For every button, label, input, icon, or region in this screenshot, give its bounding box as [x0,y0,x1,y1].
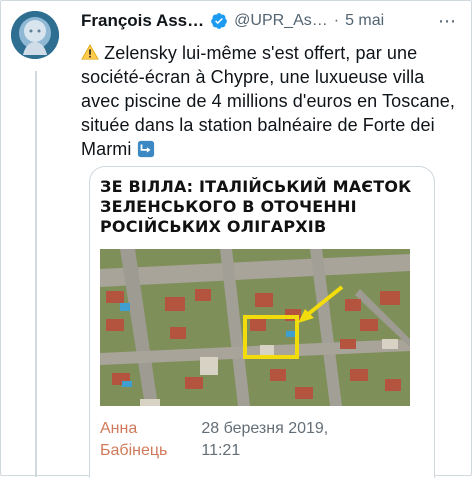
author-name[interactable]: François Ass… [81,11,204,31]
card-author-line: Анна [100,420,138,437]
link-card[interactable]: ЗЕ ВІЛЛА: ІТАЛІЙСЬКИЙ МАЄТОК ЗЕЛЕНСЬКОГО… [89,166,435,478]
card-meta: Анна Бабінець 28 березня 2019, 11:21 [100,418,424,462]
more-options-icon[interactable]: ⋯ [435,9,459,33]
avatar-image [11,11,59,59]
tweet-content: François Ass… @UPR_As… · 5 mai ⋯ Zelensk… [81,9,459,161]
verified-badge-icon [211,13,228,29]
card-author: Анна Бабінець [100,418,167,462]
card-author-line: Бабінець [100,442,168,459]
card-date-line: 28 березня 2019, [201,420,329,437]
card-datetime: 28 березня 2019, 11:21 [201,418,328,462]
card-time-line: 11:21 [201,442,241,459]
tweet-date[interactable]: 5 mai [345,12,384,30]
thread-line [35,71,37,477]
tweet-header: François Ass… @UPR_As… · 5 mai [81,9,459,33]
avatar[interactable] [11,11,59,59]
separator-dot: · [333,12,340,29]
card-headline: ЗЕ ВІЛЛА: ІТАЛІЙСЬКИЙ МАЄТОК ЗЕЛЕНСЬКОГО… [100,177,412,236]
card-inner: ЗЕ ВІЛЛА: ІТАЛІЙСЬКИЙ МАЄТОК ЗЕЛЕНСЬКОГО… [100,177,424,462]
tweet-text: Zelensky lui-même s'est offert, par une … [81,41,459,161]
author-handle[interactable]: @UPR_As… [234,12,328,30]
tweet[interactable]: François Ass… @UPR_As… · 5 mai ⋯ Zelensk… [0,0,472,478]
aerial-map-image [100,249,410,406]
warning-icon [81,44,99,60]
arrow-down-icon [137,140,154,158]
